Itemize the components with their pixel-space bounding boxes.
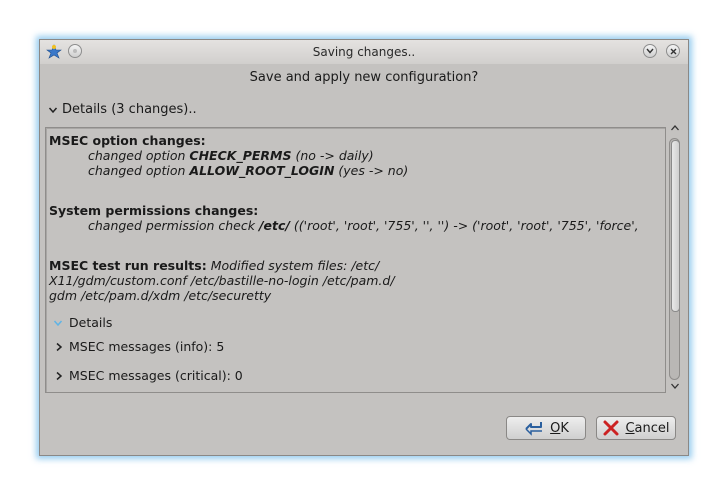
chevron-up-icon <box>671 125 679 131</box>
tree-item-label: MSEC messages (info): 5 <box>69 339 225 354</box>
tree-root-label: Details <box>69 315 113 330</box>
minimize-button[interactable] <box>643 44 657 58</box>
close-button[interactable] <box>666 44 680 58</box>
cancel-button[interactable]: Cancel <box>596 416 676 440</box>
test-run-text: gdm /etc/pam.d/xdm /etc/securetty <box>49 288 272 303</box>
chevron-right-icon <box>56 371 63 380</box>
option-name: ALLOW_ROOT_LOGIN <box>189 163 335 178</box>
test-run-text: X11/gdm/custom.conf /etc/bastille-no-log… <box>49 273 395 288</box>
cancel-label-rest: ancel <box>634 420 670 436</box>
test-run-text: Modified system files: /etc/ <box>206 258 380 273</box>
checkmark-arrow-icon <box>525 422 543 436</box>
scroll-track[interactable] <box>669 138 680 380</box>
tree-item-label: MSEC messages (critical): 0 <box>69 368 243 383</box>
permission-change-values: (('root', 'root', '755', '', '') -> ('ro… <box>289 218 639 233</box>
ok-mnemonic: O <box>550 420 561 436</box>
chevron-right-icon <box>56 342 63 351</box>
ok-label-rest: K <box>560 420 569 436</box>
option-change-prefix: changed option <box>88 163 190 178</box>
option-change-values: (no -> daily) <box>291 148 374 163</box>
scroll-up-button[interactable] <box>668 124 682 135</box>
window-title: Saving changes.. <box>312 45 416 59</box>
msec-options-heading: MSEC option changes: <box>49 133 206 148</box>
tree-item-msec-info[interactable]: MSEC messages (info): 5 <box>55 339 224 354</box>
option-change-line: changed option ALLOW_ROOT_LOGIN (yes -> … <box>88 163 408 178</box>
ok-button[interactable]: OK <box>506 416 586 440</box>
details-text-panel[interactable]: MSEC option changes: changed option CHEC… <box>45 127 666 393</box>
ok-button-label: OK <box>550 421 569 436</box>
confirmation-question: Save and apply new configuration? <box>249 70 479 85</box>
close-icon <box>670 48 676 54</box>
details-expander-label: Details (3 changes).. <box>62 102 197 117</box>
test-run-line: MSEC test run results: Modified system f… <box>49 258 379 273</box>
option-change-prefix: changed option <box>88 148 190 163</box>
scroll-thumb[interactable] <box>671 140 680 312</box>
scroll-down-button[interactable] <box>668 382 682 393</box>
tree-item-msec-critical[interactable]: MSEC messages (critical): 0 <box>55 368 243 383</box>
chevron-down-icon <box>671 383 679 389</box>
option-name: CHECK_PERMS <box>189 148 292 163</box>
permission-change-line: changed permission check /etc/ (('root',… <box>88 218 639 233</box>
chevron-down-icon <box>53 320 63 326</box>
cancel-mnemonic: C <box>625 420 635 436</box>
dialog-window: Saving changes.. Save and apply new conf… <box>39 39 689 456</box>
red-x-icon <box>603 420 619 436</box>
option-change-line: changed option CHECK_PERMS (no -> daily) <box>88 148 374 163</box>
permission-path: /etc/ <box>258 218 290 233</box>
chevron-down-icon <box>646 48 654 54</box>
details-expander[interactable]: Details (3 changes).. <box>48 102 197 117</box>
title-bar: Saving changes.. <box>40 40 688 64</box>
tree-root-details[interactable]: Details <box>53 315 112 330</box>
cancel-button-label: Cancel <box>625 421 669 436</box>
test-run-heading: MSEC test run results: <box>49 258 207 273</box>
chevron-down-icon <box>48 107 58 113</box>
permissions-heading: System permissions changes: <box>49 203 259 218</box>
permission-change-prefix: changed permission check <box>88 218 259 233</box>
option-change-values: (yes -> no) <box>334 163 409 178</box>
vertical-scrollbar[interactable] <box>668 124 682 394</box>
